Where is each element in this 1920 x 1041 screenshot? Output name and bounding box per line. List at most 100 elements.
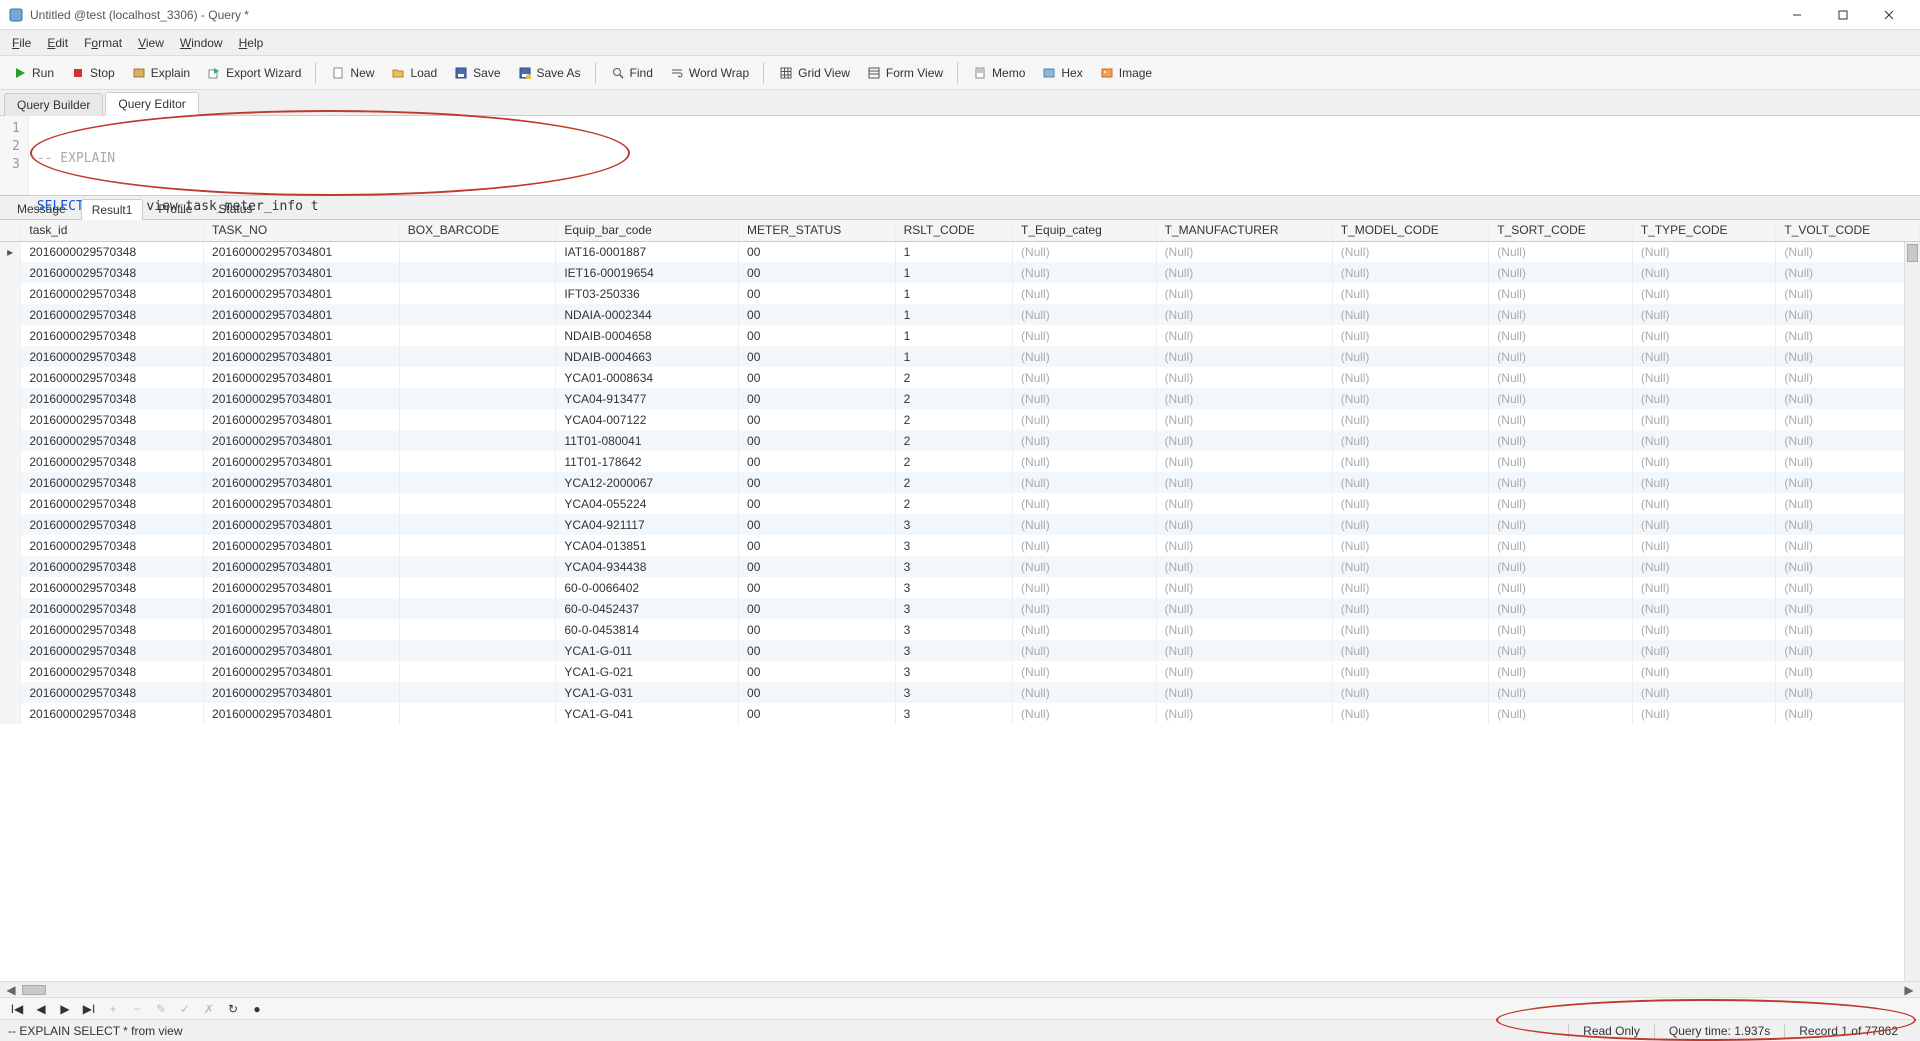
table-row[interactable]: 2016000029570348201600002957034801YCA04-… (0, 514, 1920, 535)
cell[interactable]: YCA01-0008634 (556, 367, 739, 388)
cell[interactable]: (Null) (1776, 283, 1920, 304)
nav-first-button[interactable]: I◀ (8, 1002, 26, 1016)
menu-help[interactable]: Help (231, 33, 272, 53)
cell[interactable]: (Null) (1632, 451, 1776, 472)
cell[interactable]: (Null) (1632, 598, 1776, 619)
cell[interactable]: (Null) (1489, 577, 1633, 598)
cell[interactable]: (Null) (1013, 409, 1157, 430)
cell[interactable]: (Null) (1632, 430, 1776, 451)
cell[interactable] (399, 241, 556, 262)
cell[interactable]: (Null) (1632, 493, 1776, 514)
nav-next-button[interactable]: ▶ (56, 1002, 74, 1016)
table-row[interactable]: 2016000029570348201600002957034801YCA1-G… (0, 703, 1920, 724)
cell[interactable] (399, 451, 556, 472)
cell[interactable]: YCA04-007122 (556, 409, 739, 430)
cell[interactable]: (Null) (1156, 577, 1332, 598)
cell[interactable]: (Null) (1332, 556, 1489, 577)
cell[interactable]: (Null) (1156, 619, 1332, 640)
cell[interactable]: (Null) (1013, 388, 1157, 409)
cell[interactable]: (Null) (1632, 325, 1776, 346)
cell[interactable]: (Null) (1489, 640, 1633, 661)
menu-view[interactable]: View (130, 33, 172, 53)
cell[interactable]: 3 (895, 640, 1012, 661)
cell[interactable]: (Null) (1776, 451, 1920, 472)
results-grid[interactable]: task_idTASK_NOBOX_BARCODEEquip_bar_codeM… (0, 220, 1920, 981)
cell[interactable]: (Null) (1489, 367, 1633, 388)
menu-file[interactable]: File (4, 33, 39, 53)
table-row[interactable]: 201600002957034820160000295703480160-0-0… (0, 619, 1920, 640)
vertical-scrollbar[interactable] (1904, 242, 1920, 981)
cell[interactable]: (Null) (1632, 577, 1776, 598)
maximize-button[interactable] (1820, 0, 1866, 30)
cell[interactable]: (Null) (1776, 619, 1920, 640)
table-row[interactable]: 2016000029570348201600002957034801IFT03-… (0, 283, 1920, 304)
cell[interactable]: 3 (895, 535, 1012, 556)
run-button[interactable]: Run (6, 62, 60, 84)
cell[interactable]: 1 (895, 346, 1012, 367)
cell[interactable]: 00 (739, 304, 896, 325)
formview-button[interactable]: Form View (860, 62, 949, 84)
cell[interactable]: (Null) (1156, 409, 1332, 430)
cell[interactable]: 11T01-080041 (556, 430, 739, 451)
subtab-result1[interactable]: Result1 (81, 199, 144, 220)
cell[interactable]: IAT16-0001887 (556, 241, 739, 262)
cell[interactable] (399, 493, 556, 514)
cell[interactable]: (Null) (1489, 493, 1633, 514)
cell[interactable]: (Null) (1489, 472, 1633, 493)
cell[interactable]: 201600002957034801 (204, 556, 400, 577)
cell[interactable]: (Null) (1776, 367, 1920, 388)
cell[interactable]: (Null) (1632, 661, 1776, 682)
table-row[interactable]: 2016000029570348201600002957034801NDAIB-… (0, 325, 1920, 346)
cell[interactable]: (Null) (1489, 598, 1633, 619)
cell[interactable]: (Null) (1013, 241, 1157, 262)
cell[interactable]: (Null) (1332, 619, 1489, 640)
cell[interactable]: (Null) (1013, 346, 1157, 367)
cell[interactable]: (Null) (1632, 535, 1776, 556)
cell[interactable]: 60-0-0452437 (556, 598, 739, 619)
cell[interactable]: 201600002957034801 (204, 325, 400, 346)
cell[interactable]: (Null) (1776, 409, 1920, 430)
cell[interactable]: (Null) (1632, 241, 1776, 262)
cell[interactable]: 00 (739, 262, 896, 283)
cell[interactable]: (Null) (1013, 598, 1157, 619)
cell[interactable]: (Null) (1776, 556, 1920, 577)
cell[interactable]: (Null) (1156, 304, 1332, 325)
cell[interactable]: 3 (895, 661, 1012, 682)
cell[interactable]: 201600002957034801 (204, 640, 400, 661)
cell[interactable]: 201600002957034801 (204, 703, 400, 724)
cell[interactable] (399, 556, 556, 577)
cell[interactable]: (Null) (1013, 535, 1157, 556)
cell[interactable]: 201600002957034801 (204, 262, 400, 283)
cell[interactable]: (Null) (1776, 577, 1920, 598)
cell[interactable]: (Null) (1489, 325, 1633, 346)
cell[interactable]: (Null) (1632, 556, 1776, 577)
cell[interactable]: 1 (895, 241, 1012, 262)
cell[interactable]: NDAIB-0004658 (556, 325, 739, 346)
cell[interactable]: (Null) (1332, 472, 1489, 493)
table-row[interactable]: 201600002957034820160000295703480160-0-0… (0, 577, 1920, 598)
cell[interactable]: 3 (895, 619, 1012, 640)
cell[interactable]: (Null) (1632, 346, 1776, 367)
scroll-left-icon[interactable]: ◀ (4, 983, 18, 997)
cell[interactable]: (Null) (1332, 661, 1489, 682)
cell[interactable] (399, 367, 556, 388)
cell[interactable]: (Null) (1776, 325, 1920, 346)
cell[interactable]: (Null) (1013, 703, 1157, 724)
cell[interactable]: (Null) (1489, 388, 1633, 409)
table-row[interactable]: 2016000029570348201600002957034801NDAIA-… (0, 304, 1920, 325)
cell[interactable]: 2 (895, 388, 1012, 409)
export-wizard-button[interactable]: Export Wizard (200, 62, 307, 84)
cell[interactable]: 3 (895, 556, 1012, 577)
cell[interactable] (399, 430, 556, 451)
table-row[interactable]: 2016000029570348201600002957034801YCA04-… (0, 535, 1920, 556)
menu-window[interactable]: Window (172, 33, 231, 53)
cell[interactable]: 2016000029570348 (21, 388, 204, 409)
cell[interactable]: YCA1-G-011 (556, 640, 739, 661)
cell[interactable]: 2016000029570348 (21, 682, 204, 703)
cell[interactable]: (Null) (1013, 451, 1157, 472)
cell[interactable]: (Null) (1332, 304, 1489, 325)
cell[interactable]: 00 (739, 346, 896, 367)
load-button[interactable]: Load (384, 62, 443, 84)
cell[interactable]: YCA1-G-021 (556, 661, 739, 682)
cell[interactable]: 201600002957034801 (204, 514, 400, 535)
